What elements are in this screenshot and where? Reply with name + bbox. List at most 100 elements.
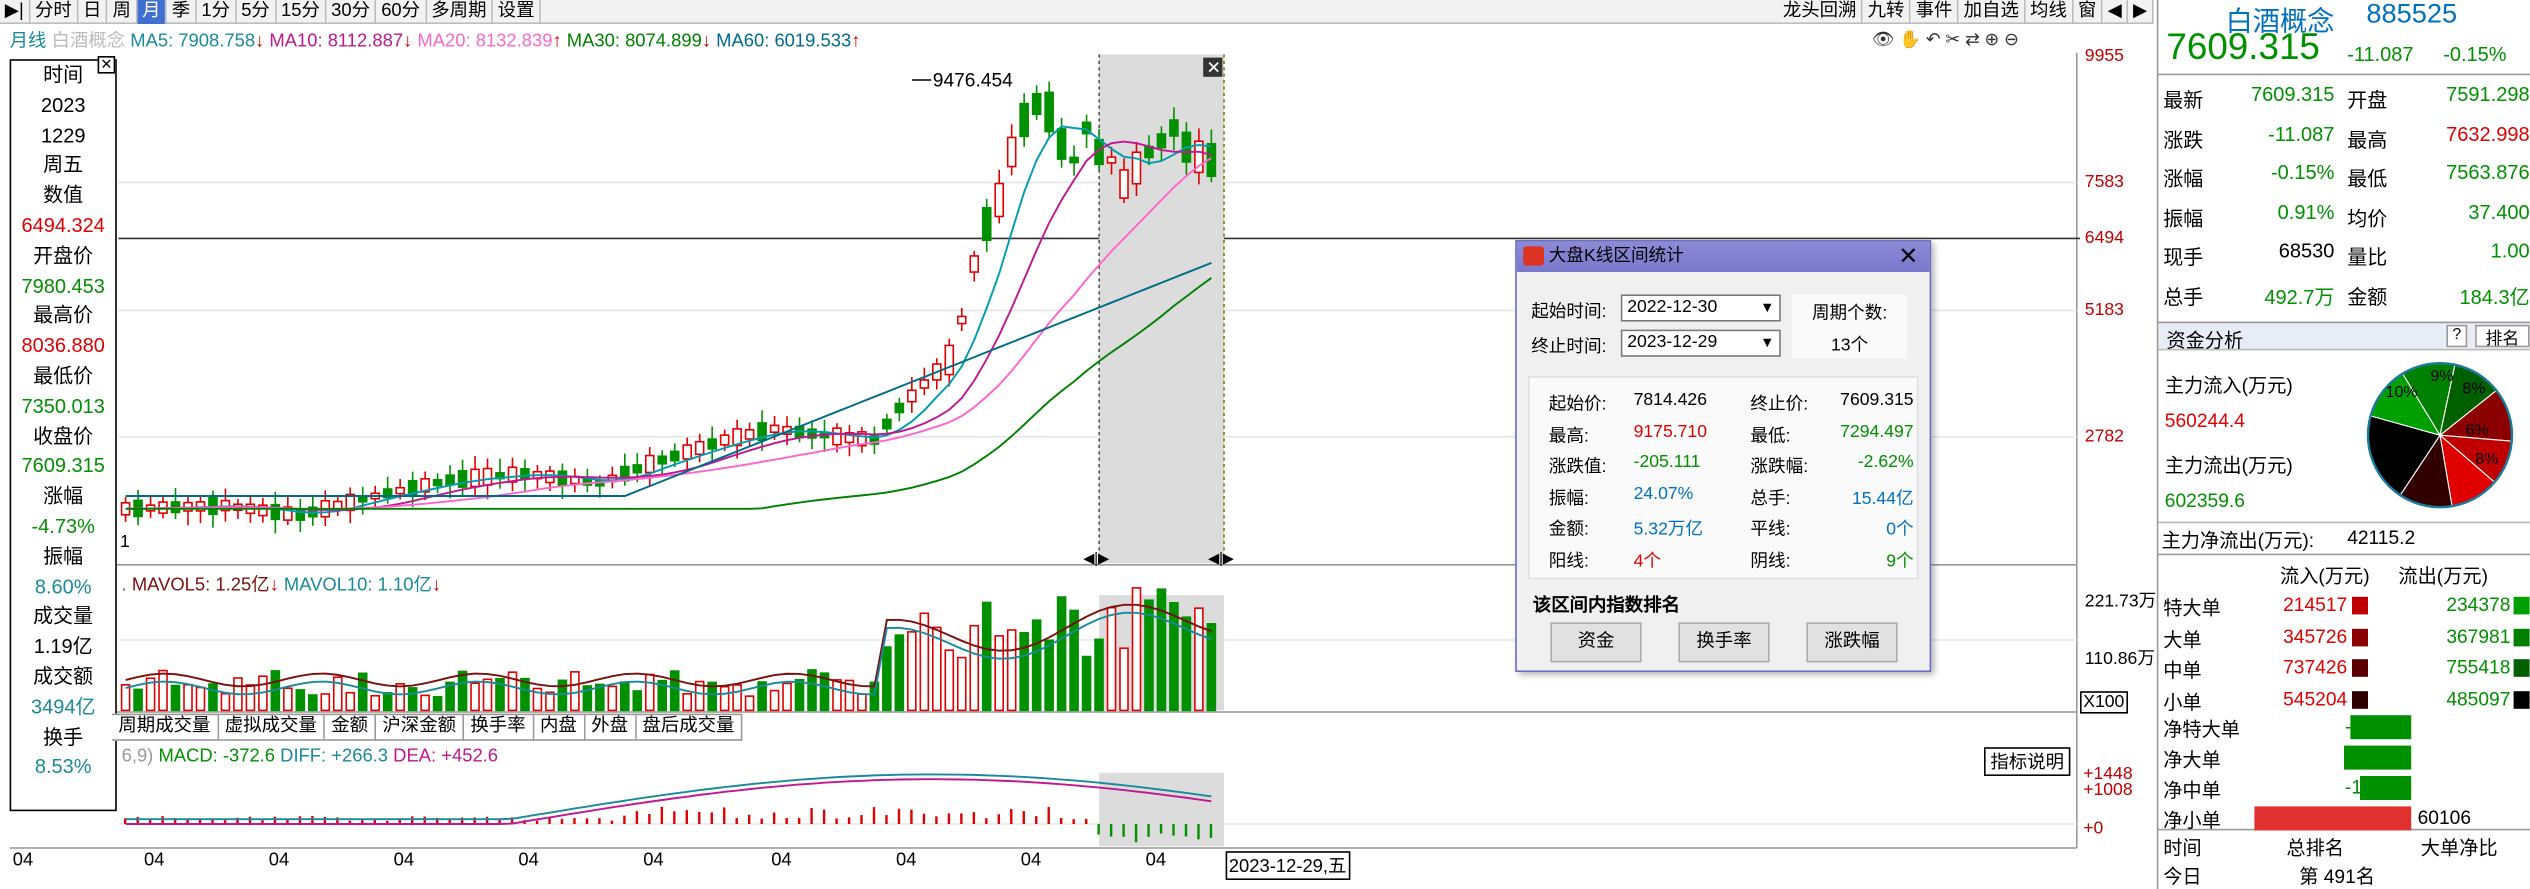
info-close-label: 收盘价 [33, 424, 94, 448]
macd-bar [810, 808, 813, 824]
candle-body [657, 455, 668, 465]
volume-bar [345, 691, 356, 712]
quote-panel: 白酒概念 885525 7609.315 -11.087 -0.15% 资金分析… [2156, 0, 2530, 889]
rank-by-turnover-button[interactable]: 换手率 [1678, 622, 1770, 663]
macd-bar [960, 813, 963, 824]
quote-key: 振幅 [2163, 207, 2204, 231]
macd-bar [1197, 824, 1200, 840]
fund-rank-button[interactable]: 排名 [2475, 324, 2530, 349]
ma60-line [125, 261, 1212, 497]
end-time-select[interactable]: 2023-12-29 ▼ [1620, 329, 1781, 357]
ma10-line [125, 140, 1212, 511]
volume-bar [1131, 587, 1142, 712]
stat-key: 阴线: [1750, 551, 1791, 571]
info-high: 8036.880 [21, 334, 105, 358]
x-label: 04 [1020, 851, 1042, 871]
flow-type-label: 大单 [2163, 628, 2202, 651]
info-close-icon[interactable]: ✕ [97, 56, 116, 74]
volume-bar [170, 684, 181, 712]
macd-bar [1022, 811, 1025, 824]
svg-text:◀|▶: ◀|▶ [1083, 551, 1109, 567]
footer-today: 今日 [2163, 865, 2202, 888]
volume-bar [195, 686, 206, 712]
info-amp-label: 振幅 [43, 545, 84, 568]
volume-bar [1206, 623, 1217, 712]
candle-body [1069, 156, 1079, 164]
stat-key: 涨跌值: [1548, 457, 1607, 477]
macd-bar [1184, 824, 1188, 837]
stat-key: 总手: [1750, 488, 1791, 508]
info-turnover-label: 换手 [43, 725, 84, 749]
volume-bar [395, 683, 405, 712]
macd-bar [1172, 824, 1175, 836]
tab-amount[interactable]: 金额 [324, 713, 376, 741]
dialog-close-icon[interactable]: ✕ [1898, 242, 1918, 272]
tab-after-hours[interactable]: 盘后成交量 [636, 713, 743, 741]
rank-by-fund-button[interactable]: 资金 [1550, 622, 1642, 663]
volume-bar [907, 631, 917, 712]
flow-out-value: 755418 [2379, 656, 2511, 679]
dialog-titlebar[interactable]: 大盘K线区间统计 ✕ [1516, 241, 1930, 272]
candle-body [432, 479, 443, 487]
range-stats-dialog: 大盘K线区间统计 ✕ 起始时间: 2022-12-30 ▼ 终止时间: 2023… [1515, 240, 1932, 672]
candle-body [956, 315, 967, 325]
candle-body [557, 470, 568, 487]
flow-in-swatch [2352, 596, 2368, 615]
volume-bar [1056, 596, 1067, 712]
footer-rank-header: 总排名 [2286, 836, 2345, 860]
stat-key: 终止价: [1750, 395, 1809, 415]
net-outflow-value: 42115.2 [2347, 526, 2416, 549]
volume-bar [208, 683, 218, 712]
volume-bar [570, 671, 580, 712]
tab-inner[interactable]: 内盘 [533, 713, 585, 741]
flow-out-header: 流出(万元) [2398, 564, 2488, 588]
net-type-label: 净大单 [2163, 748, 2221, 772]
tab-outer[interactable]: 外盘 [584, 713, 636, 741]
info-change: -4.73% [31, 515, 95, 538]
candle-body [1156, 133, 1167, 149]
volume-bar [133, 688, 143, 712]
footer-ratio-header: 大单净比 [2420, 836, 2498, 860]
start-time-select[interactable]: 2022-12-30 ▼ [1620, 294, 1781, 322]
candle-body [907, 389, 917, 403]
tab-virtual-volume[interactable]: 虚拟成交量 [218, 713, 325, 741]
macd-bar [423, 816, 426, 824]
macd-bar [835, 818, 838, 824]
volume-bar [1156, 588, 1167, 712]
quote-value: 68530 [2278, 240, 2335, 264]
candle-body [944, 344, 955, 376]
volume-bar [432, 695, 443, 712]
quote-key: 均价 [2347, 207, 2388, 231]
x-label: 04 [12, 851, 34, 871]
candle-body [395, 486, 405, 495]
tab-hs-amount[interactable]: 沪深金额 [376, 713, 464, 741]
rank-by-change-button[interactable]: 涨跌幅 [1806, 622, 1898, 663]
main-outflow-value: 602359.6 [2164, 489, 2245, 512]
tab-turnover[interactable]: 换手率 [464, 713, 534, 741]
macd-bar [910, 809, 913, 824]
indicator-help-button[interactable]: 指标说明 [1984, 747, 2071, 776]
chevron-down-icon: ▼ [1760, 334, 1775, 351]
macd-bar [748, 814, 751, 824]
app-logo-icon [1523, 246, 1544, 266]
macd-bar [648, 813, 651, 824]
macd-bar [1072, 819, 1075, 824]
tab-period-volume[interactable]: 周期成交量 [112, 713, 219, 741]
volume-bar [382, 692, 393, 712]
quote-key: 总手 [2163, 286, 2204, 309]
net-flow-value: -22254 [2345, 745, 2405, 768]
candle-body [482, 467, 493, 486]
macd-bar [797, 817, 801, 824]
net-type-label: 净特大单 [2163, 718, 2241, 741]
ma20-line [125, 157, 1212, 510]
net-flow-value: -17991 [2345, 776, 2405, 799]
info-turnover: 8.53% [34, 755, 92, 779]
info-vol: 1.19亿 [33, 635, 93, 658]
chevron-down-icon: ▼ [1760, 299, 1775, 316]
rank-title: 该区间内指数排名 [1532, 596, 1680, 616]
quote-value: 7609.315 [2250, 83, 2335, 106]
flow-out-swatch [2513, 596, 2530, 615]
info-low-label: 最低价 [33, 364, 94, 388]
fund-help-button[interactable]: ? [2446, 324, 2468, 348]
volume-bar [1031, 619, 1042, 712]
